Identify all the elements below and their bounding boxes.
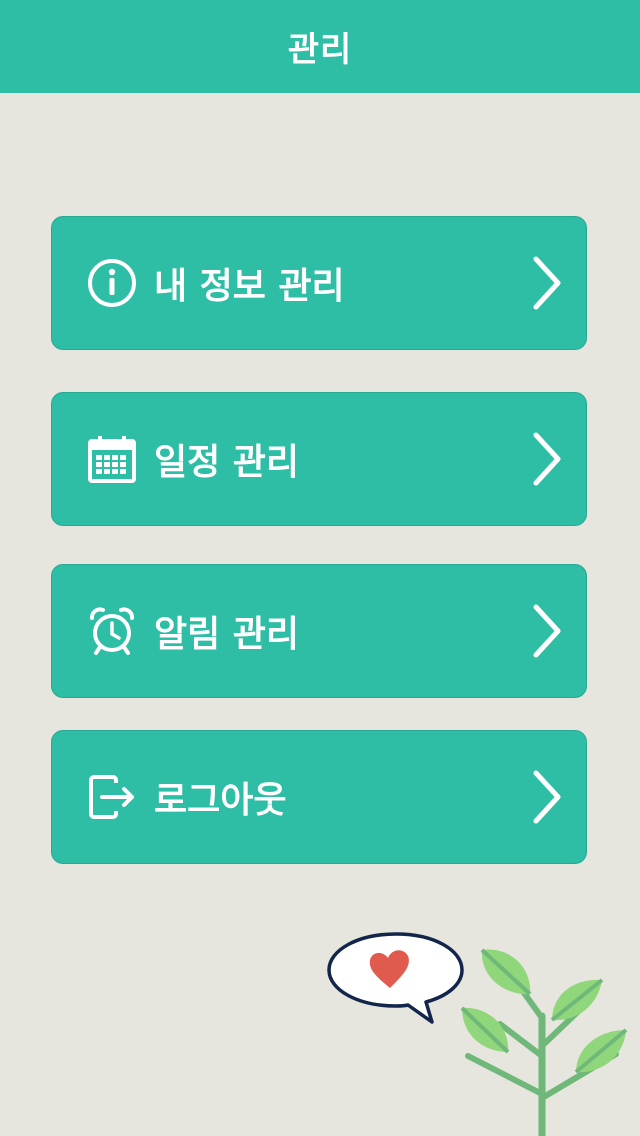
plant-illustration (460, 948, 628, 1136)
logout-label: 로그아웃 (154, 780, 287, 821)
my-info-label: 내 정보 관리 (154, 266, 345, 307)
schedule-label: 일정 관리 (154, 442, 300, 483)
logout-icon (86, 771, 138, 823)
chevron-right-icon (533, 432, 561, 486)
app-header: 관리 (0, 0, 640, 93)
info-icon (86, 257, 138, 309)
alarm-clock-icon (86, 605, 138, 657)
chevron-right-icon (533, 770, 561, 824)
alarm-label: 알림 관리 (154, 614, 300, 655)
logout-button[interactable]: 로그아웃 (51, 730, 587, 864)
heart-speech-bubble-icon (327, 932, 464, 1024)
alarm-button[interactable]: 알림 관리 (51, 564, 587, 698)
chevron-right-icon (533, 604, 561, 658)
calendar-icon (86, 433, 138, 485)
page-title: 관리 (287, 30, 353, 70)
chevron-right-icon (533, 256, 561, 310)
schedule-button[interactable]: 일정 관리 (51, 392, 587, 526)
my-info-button[interactable]: 내 정보 관리 (51, 216, 587, 350)
